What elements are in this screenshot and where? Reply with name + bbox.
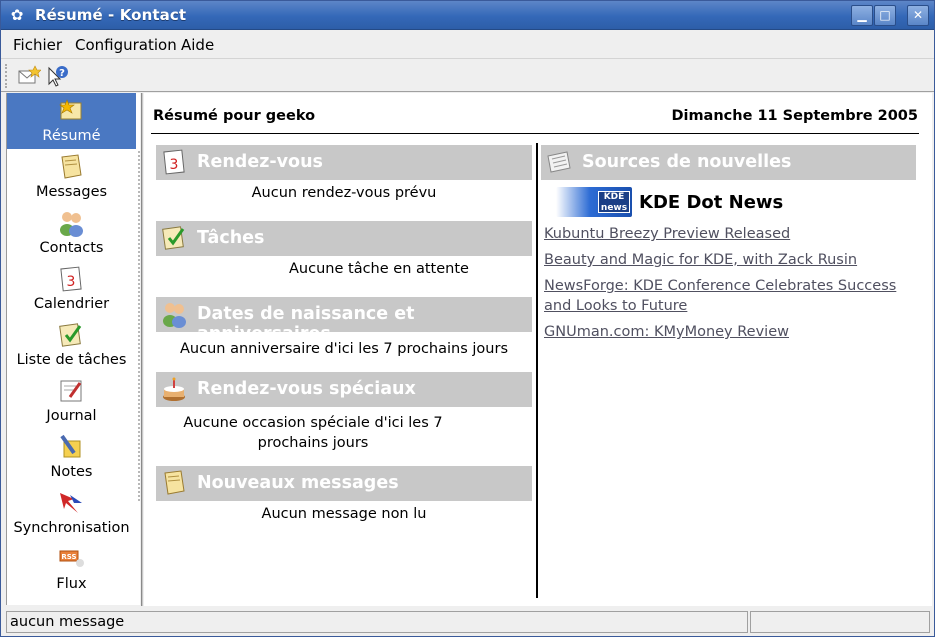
svg-text:3: 3 — [67, 274, 76, 290]
contacts-people-icon — [56, 209, 86, 237]
rss-feed-icon: RSS — [56, 545, 86, 573]
feed-title: KDE Dot News — [639, 192, 784, 213]
sidebar-item-messages[interactable]: Messages — [7, 149, 136, 205]
maximize-button[interactable]: □ — [874, 5, 896, 26]
section-header-rendez-vous-speciaux[interactable]: Rendez-vous spéciaux — [156, 372, 532, 407]
news-link[interactable]: Kubuntu Breezy Preview Released — [544, 224, 790, 244]
sidebar-item-taches[interactable]: Liste de tâches — [7, 317, 136, 373]
section-header-taches[interactable]: Tâches — [156, 221, 532, 256]
svg-text:RSS: RSS — [61, 553, 76, 561]
section-header-anniversaires[interactable]: Dates de naissance et anniversaires — [156, 297, 532, 344]
maximize-icon: □ — [879, 8, 891, 22]
sidebar-item-label: Calendrier — [33, 296, 110, 312]
menu-aide[interactable]: Aide — [181, 36, 214, 54]
new-mail-icon — [18, 65, 42, 84]
window-title: Résumé - Kontact — [35, 6, 187, 24]
whats-this-button[interactable]: ? — [45, 64, 69, 88]
section-body-line2: prochains jours — [257, 435, 369, 451]
kde-news-badge: KDE news — [598, 191, 630, 213]
news-link[interactable]: Beauty and Magic for KDE, with Zack Rusi… — [544, 250, 857, 270]
page-date: Dimanche 11 Septembre 2005 — [671, 108, 918, 124]
sidebar-item-synchronisation[interactable]: Synchronisation — [7, 485, 136, 541]
calendar-icon: 3 — [160, 148, 188, 176]
summary-star-icon — [56, 97, 86, 125]
summary-view: Résumé pour geeko Dimanche 11 Septembre … — [144, 93, 932, 606]
todo-checklist-icon — [56, 321, 86, 349]
section-title: Dates de naissance et anniversaires — [197, 304, 415, 344]
sidebar-item-label: Journal — [46, 408, 97, 424]
section-title: Tâches — [197, 228, 265, 248]
sidebar-item-label: Flux — [56, 576, 87, 592]
section-header-nouveaux-messages[interactable]: Nouveaux messages — [156, 466, 532, 501]
menu-bar: Fichier Configuration Aide — [1, 30, 934, 59]
section-body: Aucun rendez-vous prévu — [251, 185, 437, 201]
whats-this-icon: ? — [48, 66, 68, 87]
svg-text:?: ? — [59, 68, 65, 79]
new-mail-button[interactable] — [17, 64, 42, 88]
column-divider — [536, 143, 538, 598]
sidebar-item-label: Synchronisation — [13, 520, 130, 536]
toolbar-grip[interactable] — [5, 64, 9, 88]
kde-gear-icon[interactable]: ✿ — [7, 6, 27, 24]
sidebar: Résumé Messages Contacts 3 Calendrier Li… — [6, 93, 140, 605]
newspaper-icon — [545, 148, 573, 176]
splitter[interactable] — [141, 93, 143, 606]
page-title: Résumé pour geeko — [153, 108, 316, 124]
todo-checklist-icon — [160, 224, 188, 252]
section-body: Aucun anniversaire d'ici les 7 prochains… — [180, 341, 508, 357]
sidebar-item-resume[interactable]: Résumé — [7, 93, 136, 149]
status-message: aucun message — [6, 611, 748, 633]
birthday-cake-icon — [160, 375, 188, 403]
mail-icon — [56, 153, 86, 181]
section-body: Aucune tâche en attente — [289, 261, 469, 277]
sync-icon — [56, 489, 86, 517]
sidebar-item-contacts[interactable]: Contacts — [7, 205, 136, 261]
minimize-button[interactable]: ▁ — [851, 5, 873, 26]
sidebar-item-calendrier[interactable]: 3 Calendrier — [7, 261, 136, 317]
section-body-line1: Aucune occasion spéciale d'ici les 7 — [183, 415, 443, 431]
menu-fichier[interactable]: Fichier — [13, 36, 62, 54]
status-aux-panel — [750, 611, 930, 633]
contacts-people-icon — [160, 300, 188, 328]
kontact-window: ✿ Résumé - Kontact ▁ □ ✕ Fichier Configu… — [0, 0, 935, 637]
section-title: Rendez-vous spéciaux — [197, 379, 416, 399]
section-title: Sources de nouvelles — [582, 152, 792, 172]
menu-configuration[interactable]: Configuration — [75, 36, 177, 54]
toolbar: ? — [1, 60, 934, 92]
sidebar-item-label: Liste de tâches — [16, 352, 127, 368]
svg-text:3: 3 — [170, 157, 179, 173]
sidebar-item-label: Messages — [35, 184, 108, 200]
section-header-rendez-vous[interactable]: 3 Rendez-vous — [156, 145, 532, 180]
sidebar-item-label: Notes — [50, 464, 93, 480]
kde-dot-news-logo: KDE news — [556, 187, 632, 217]
journal-icon — [56, 377, 86, 405]
section-title: Rendez-vous — [197, 152, 323, 172]
title-bar[interactable]: ✿ Résumé - Kontact ▁ □ ✕ — [1, 1, 934, 30]
close-icon: ✕ — [912, 8, 924, 22]
calendar-icon: 3 — [56, 265, 86, 293]
sidebar-item-flux[interactable]: RSS Flux — [7, 541, 136, 597]
minimize-icon: ▁ — [857, 8, 867, 22]
notes-icon — [56, 433, 86, 461]
sidebar-item-label: Contacts — [39, 240, 104, 256]
section-header-news[interactable]: Sources de nouvelles — [541, 145, 916, 180]
sidebar-item-notes[interactable]: Notes — [7, 429, 136, 485]
sidebar-resize-grip[interactable] — [138, 151, 140, 501]
news-link[interactable]: GNUman.com: KMyMoney Review — [544, 322, 789, 342]
sidebar-item-journal[interactable]: Journal — [7, 373, 136, 429]
mail-icon — [160, 469, 188, 497]
header-divider — [151, 133, 919, 134]
close-button[interactable]: ✕ — [907, 5, 929, 26]
news-link[interactable]: NewsForge: KDE Conference Celebrates Suc… — [544, 276, 896, 296]
status-bar: aucun message — [1, 608, 934, 636]
sidebar-item-label: Résumé — [42, 128, 101, 144]
section-body: Aucun message non lu — [261, 506, 427, 522]
section-title: Nouveaux messages — [197, 473, 399, 493]
news-link[interactable]: and Looks to Future — [544, 296, 687, 316]
